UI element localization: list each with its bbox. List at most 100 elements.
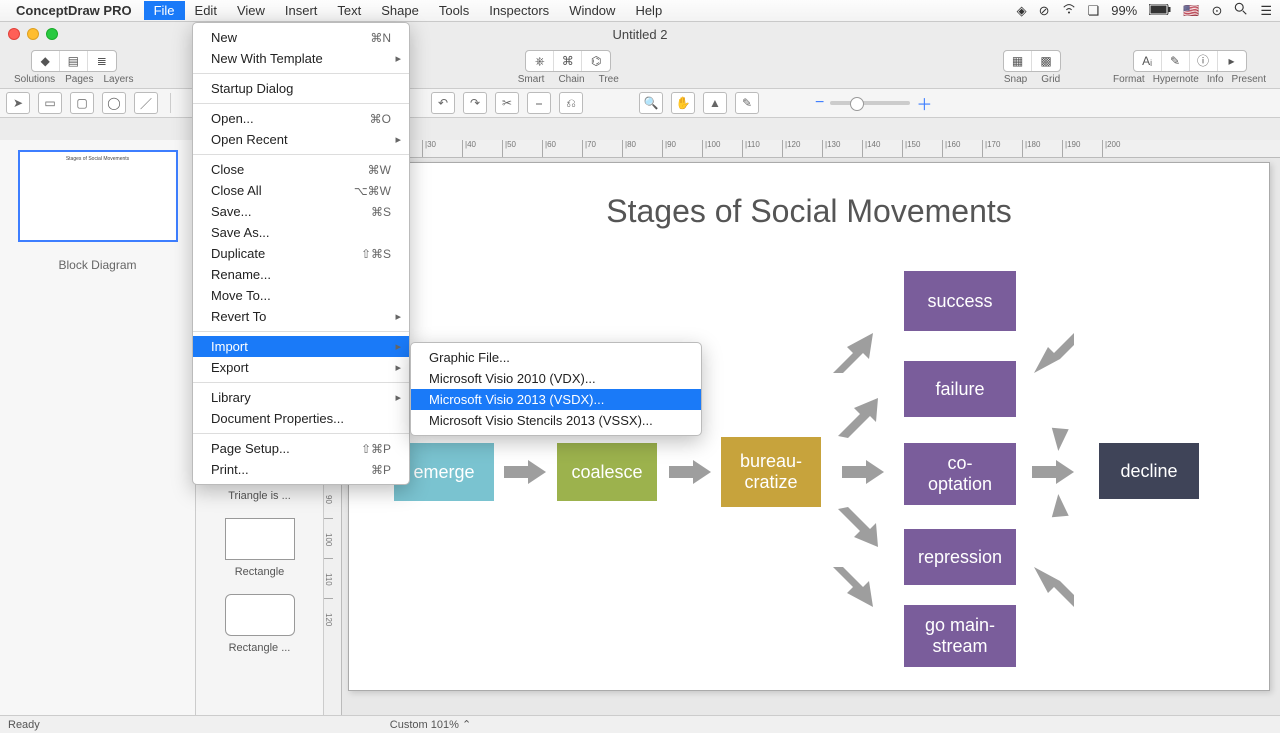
node-bureaucratize[interactable]: bureau- cratize xyxy=(721,437,821,507)
shape-rect-label: Rectangle xyxy=(235,566,285,578)
close-window-icon[interactable] xyxy=(8,28,20,40)
undo-icon[interactable]: ↶ xyxy=(431,92,455,114)
node-success[interactable]: success xyxy=(904,271,1016,331)
grid-label: Grid xyxy=(1041,74,1060,85)
pages-icon[interactable]: ▤ xyxy=(60,51,88,71)
menu-tools[interactable]: Tools xyxy=(429,1,479,20)
node-failure[interactable]: failure xyxy=(904,361,1016,417)
solutions-label: Solutions xyxy=(14,74,55,85)
pages-sidebar: Stages of Social Movements Block Diagram xyxy=(0,140,196,715)
node-go-mainstream[interactable]: go main- stream xyxy=(904,605,1016,667)
status-zoom[interactable]: Custom 101% ⌃ xyxy=(390,718,471,731)
arrow-diag-icon xyxy=(834,398,878,442)
select-tool-icon[interactable]: ▭ xyxy=(38,92,62,114)
diagram-title: Stages of Social Movements xyxy=(349,193,1269,230)
flag-icon[interactable]: 🇺🇸 xyxy=(1183,3,1199,19)
display-icon[interactable]: ❏ xyxy=(1088,3,1100,19)
pointer-tool-icon[interactable]: ➤ xyxy=(6,92,30,114)
search-icon[interactable] xyxy=(1234,2,1248,19)
rect-tool-icon[interactable]: ▢ xyxy=(70,92,94,114)
present-icon[interactable]: ▸ xyxy=(1218,51,1246,71)
smart-icon[interactable]: ⎈ xyxy=(526,51,554,71)
import-menu-item[interactable]: Microsoft Visio 2013 (VSDX)... xyxy=(411,389,701,410)
file-menu-item[interactable]: Export xyxy=(193,357,409,378)
hand-tool-icon[interactable]: ✋ xyxy=(671,92,695,114)
wifi-icon[interactable] xyxy=(1062,2,1076,19)
toolbar-right-group: Aᵢ ✎ ⓘ ▸ Format Hypernote Info Present xyxy=(1113,50,1266,85)
file-menu-item[interactable]: Print...⌘P xyxy=(193,459,409,480)
zoom-tool-icon[interactable]: 🔍 xyxy=(639,92,663,114)
menu-insert[interactable]: Insert xyxy=(275,1,328,20)
chain-icon[interactable]: ⌘ xyxy=(554,51,582,71)
file-menu-item[interactable]: Page Setup...⇧⌘P xyxy=(193,438,409,459)
file-menu-item[interactable]: Library xyxy=(193,387,409,408)
clock-icon[interactable]: ⊘ xyxy=(1039,3,1050,19)
file-menu-item[interactable]: Close All⌥⌘W xyxy=(193,180,409,201)
ellipse-tool-icon[interactable]: ◯ xyxy=(102,92,126,114)
link-icon[interactable]: ⎯ xyxy=(527,92,551,114)
cut-icon[interactable]: ✂ xyxy=(495,92,519,114)
menu-file[interactable]: File xyxy=(144,1,185,20)
zoom-slider[interactable] xyxy=(830,101,910,105)
node-repression[interactable]: repression xyxy=(904,529,1016,585)
solutions-icon[interactable]: ◆ xyxy=(32,51,60,71)
node-coalesce[interactable]: coalesce xyxy=(557,443,657,501)
file-menu-item[interactable]: Document Properties... xyxy=(193,408,409,429)
file-menu-item[interactable]: Revert To xyxy=(193,306,409,327)
menu-inspectors[interactable]: Inspectors xyxy=(479,1,559,20)
arrow-icon xyxy=(669,460,711,484)
file-menu-item[interactable]: Open...⌘O xyxy=(193,108,409,129)
clock2-icon[interactable]: ⊙ xyxy=(1211,3,1222,19)
zoom-out-icon[interactable]: − xyxy=(815,94,824,112)
file-menu-item[interactable]: Save...⌘S xyxy=(193,201,409,222)
import-submenu: Graphic File...Microsoft Visio 2010 (VDX… xyxy=(410,342,702,436)
file-menu-item[interactable]: Save As... xyxy=(193,222,409,243)
diamond-icon[interactable]: ◈ xyxy=(1017,3,1027,19)
file-menu-item[interactable]: New With Template xyxy=(193,48,409,69)
file-menu-item[interactable]: Close⌘W xyxy=(193,159,409,180)
node-decline[interactable]: decline xyxy=(1099,443,1199,499)
import-menu-item[interactable]: Graphic File... xyxy=(411,347,701,368)
line-tool-icon[interactable]: ／ xyxy=(134,92,158,114)
tree-icon[interactable]: ⌬ xyxy=(582,51,610,71)
file-menu-item[interactable]: New⌘N xyxy=(193,27,409,48)
eyedrop-icon[interactable]: ✎ xyxy=(735,92,759,114)
toolbar-center-group: ⎈ ⌘ ⌬ Smart Chain Tree xyxy=(518,50,619,85)
menu-help[interactable]: Help xyxy=(625,1,672,20)
list-icon[interactable]: ☰ xyxy=(1260,3,1272,19)
file-menu-item[interactable]: Import xyxy=(193,336,409,357)
import-menu-item[interactable]: Microsoft Visio Stencils 2013 (VSSX)... xyxy=(411,410,701,431)
zoom-in-icon[interactable]: ＋ xyxy=(916,91,932,115)
menu-text[interactable]: Text xyxy=(327,1,371,20)
app-name[interactable]: ConceptDraw PRO xyxy=(16,3,132,18)
format-icon[interactable]: Aᵢ xyxy=(1134,51,1162,71)
horizontal-ruler: |10|20|30|40|50|60|70|80|90|100|110|120|… xyxy=(342,140,1280,158)
menu-view[interactable]: View xyxy=(227,1,275,20)
shape-rounded-rect[interactable]: Rectangle ... xyxy=(225,594,295,654)
redo-icon[interactable]: ↷ xyxy=(463,92,487,114)
layers-icon[interactable]: ≣ xyxy=(88,51,116,71)
menu-edit[interactable]: Edit xyxy=(185,1,227,20)
format-label: Format xyxy=(1113,74,1145,85)
node-cooptation[interactable]: co- optation xyxy=(904,443,1016,505)
file-menu-item[interactable]: Move To... xyxy=(193,285,409,306)
snap-icon[interactable]: ▦ xyxy=(1004,51,1032,71)
hypernote-icon[interactable]: ✎ xyxy=(1162,51,1190,71)
unlink-icon[interactable]: ⎌ xyxy=(559,92,583,114)
info-icon[interactable]: ⓘ xyxy=(1190,51,1218,71)
file-menu-item[interactable]: Open Recent xyxy=(193,129,409,150)
battery-icon[interactable] xyxy=(1149,3,1171,18)
grid-icon[interactable]: ▩ xyxy=(1032,51,1060,71)
file-menu-item[interactable]: Rename... xyxy=(193,264,409,285)
menu-shape[interactable]: Shape xyxy=(371,1,429,20)
minimize-window-icon[interactable] xyxy=(27,28,39,40)
zoom-window-icon[interactable] xyxy=(46,28,58,40)
import-menu-item[interactable]: Microsoft Visio 2010 (VDX)... xyxy=(411,368,701,389)
stamp-tool-icon[interactable]: ▲ xyxy=(703,92,727,114)
page-thumbnail[interactable]: Stages of Social Movements xyxy=(18,150,178,242)
shape-rectangle[interactable]: Rectangle xyxy=(225,518,295,578)
menu-window[interactable]: Window xyxy=(559,1,625,20)
snap-label: Snap xyxy=(1004,74,1027,85)
file-menu-item[interactable]: Startup Dialog xyxy=(193,78,409,99)
file-menu-item[interactable]: Duplicate⇧⌘S xyxy=(193,243,409,264)
